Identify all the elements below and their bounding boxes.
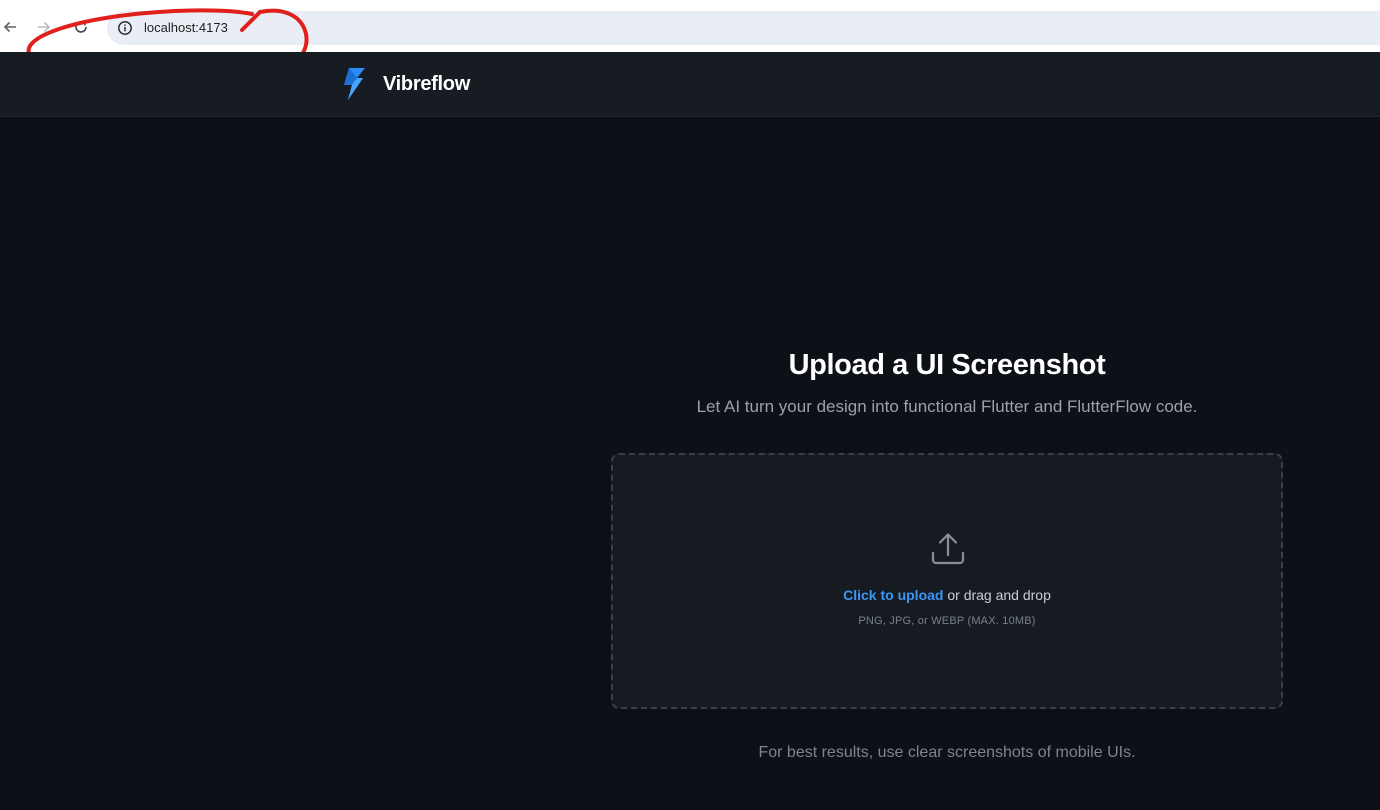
back-button[interactable] [0,17,20,37]
click-to-upload-link[interactable]: Click to upload [843,587,943,603]
address-bar[interactable]: localhost:4173 [107,11,1380,45]
upload-icon [931,533,965,565]
vibreflow-logo-icon [344,68,365,100]
drag-drop-text: or drag and drop [943,587,1051,603]
arrow-right-icon [38,21,51,33]
upload-dropzone[interactable]: Click to upload or drag and drop PNG, JP… [611,453,1283,709]
forward-button[interactable] [34,17,54,37]
arrow-left-icon [3,21,16,33]
page-subtitle: Let AI turn your design into functional … [696,397,1198,416]
url-text[interactable]: localhost:4173 [144,20,228,36]
reload-button[interactable] [71,17,91,37]
page: localhost:4173 Vibreflow Upload a UI Scr… [0,0,1380,810]
brand-name: Vibreflow [383,72,470,95]
brand[interactable]: Vibreflow [340,67,470,101]
page-title: Upload a UI Screenshot [788,349,1106,381]
footer-tip: For best results, use clear screenshots … [758,744,1136,761]
info-circle-icon[interactable] [117,20,133,36]
app-header: Vibreflow [0,52,1380,117]
browser-toolbar: localhost:4173 [0,0,1380,100]
upload-instructions: Click to upload or drag and drop [613,587,1281,603]
file-type-hint: PNG, JPG, or WEBP (MAX. 10MB) [858,615,1036,627]
reload-icon [75,20,87,33]
